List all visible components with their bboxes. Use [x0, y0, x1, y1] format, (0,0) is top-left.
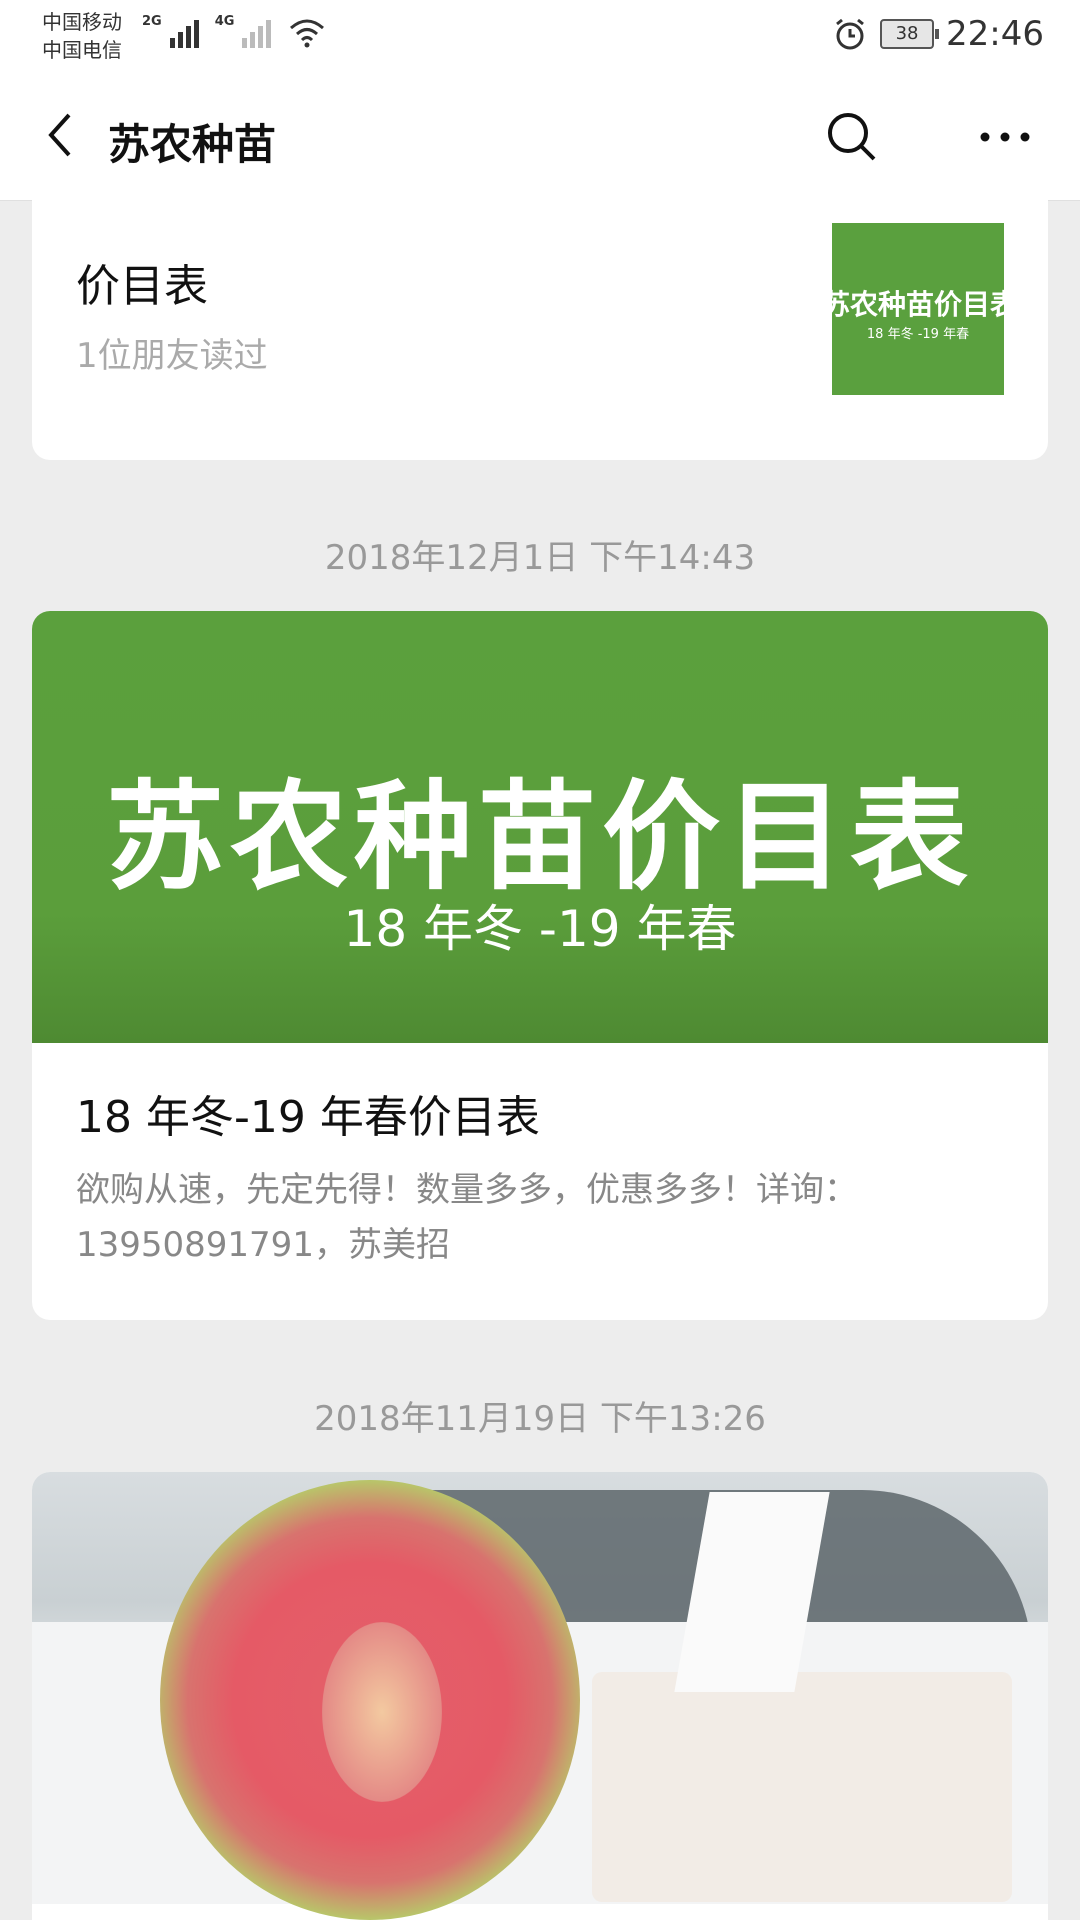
network-2-label: 4G: [214, 14, 235, 29]
battery-icon: 38: [880, 19, 940, 49]
network-1-label: 2G: [142, 14, 162, 29]
description-line-2: 13950891791，苏美招: [76, 1225, 450, 1265]
nav-bar: 苏农种苗: [0, 75, 1080, 201]
more-icon: [980, 132, 1030, 142]
signal-bars-1: [169, 14, 199, 48]
thumbnail-title: 苏农种苗价目表: [832, 288, 1004, 321]
back-arrow-icon: [48, 113, 71, 157]
article-title: 18 年冬-19 年春价目表: [76, 1092, 540, 1143]
search-button[interactable]: [820, 105, 884, 169]
carrier-info: 中国移动 中国电信: [42, 8, 122, 64]
article-card-main[interactable]: 苏农种苗价目表 18 年冬 -19 年春 18 年冬-19 年春价目表 欲购从速…: [32, 611, 1048, 1320]
back-button[interactable]: [30, 105, 90, 165]
article-description: 欲购从速，先定先得！数量多多，优惠多多！详询： 13950891791，苏美招: [76, 1163, 996, 1273]
page-title: 苏农种苗: [108, 120, 277, 169]
thumbnail-subtitle: 18 年冬 -19 年春: [866, 327, 970, 342]
alarm-icon: [836, 18, 864, 50]
article-cover-image: [32, 1472, 1048, 1920]
article-card[interactable]: 价目表 1位朋友读过 苏农种苗价目表 18 年冬 -19 年春: [32, 200, 1048, 460]
description-line-1: 欲购从速，先定先得！数量多多，优惠多多！详询：: [76, 1170, 858, 1210]
banner-subtitle: 18 年冬 -19 年春: [343, 900, 737, 958]
article-thumbnail: 苏农种苗价目表 18 年冬 -19 年春: [832, 223, 1004, 395]
banner-title: 苏农种苗价目表: [105, 768, 974, 906]
wifi-icon: [290, 19, 325, 48]
clock: 22:46: [946, 14, 1044, 54]
carrier-1: 中国移动: [42, 10, 122, 34]
timestamp: 2018年11月19日 下午13:26: [314, 1399, 766, 1439]
timestamp: 2018年12月1日 下午14:43: [324, 538, 756, 578]
article-title: 价目表: [76, 261, 208, 312]
carrier-2: 中国电信: [42, 38, 122, 62]
status-bar: 中国移动 中国电信 2G 4G 38 22:46: [0, 0, 1080, 75]
more-button[interactable]: [970, 105, 1040, 169]
search-icon: [828, 113, 876, 161]
signal-bars-2: [242, 14, 272, 48]
photo-guava-center: [322, 1622, 442, 1802]
article-card-photo[interactable]: [32, 1472, 1048, 1920]
status-right: 38 22:46: [832, 14, 1044, 54]
article-banner: 苏农种苗价目表 18 年冬 -19 年春: [32, 611, 1048, 1043]
photo-tissue-box: [592, 1672, 1012, 1902]
signal-icon: 2G 4G: [142, 14, 327, 48]
read-info: 1位朋友读过: [76, 336, 268, 376]
